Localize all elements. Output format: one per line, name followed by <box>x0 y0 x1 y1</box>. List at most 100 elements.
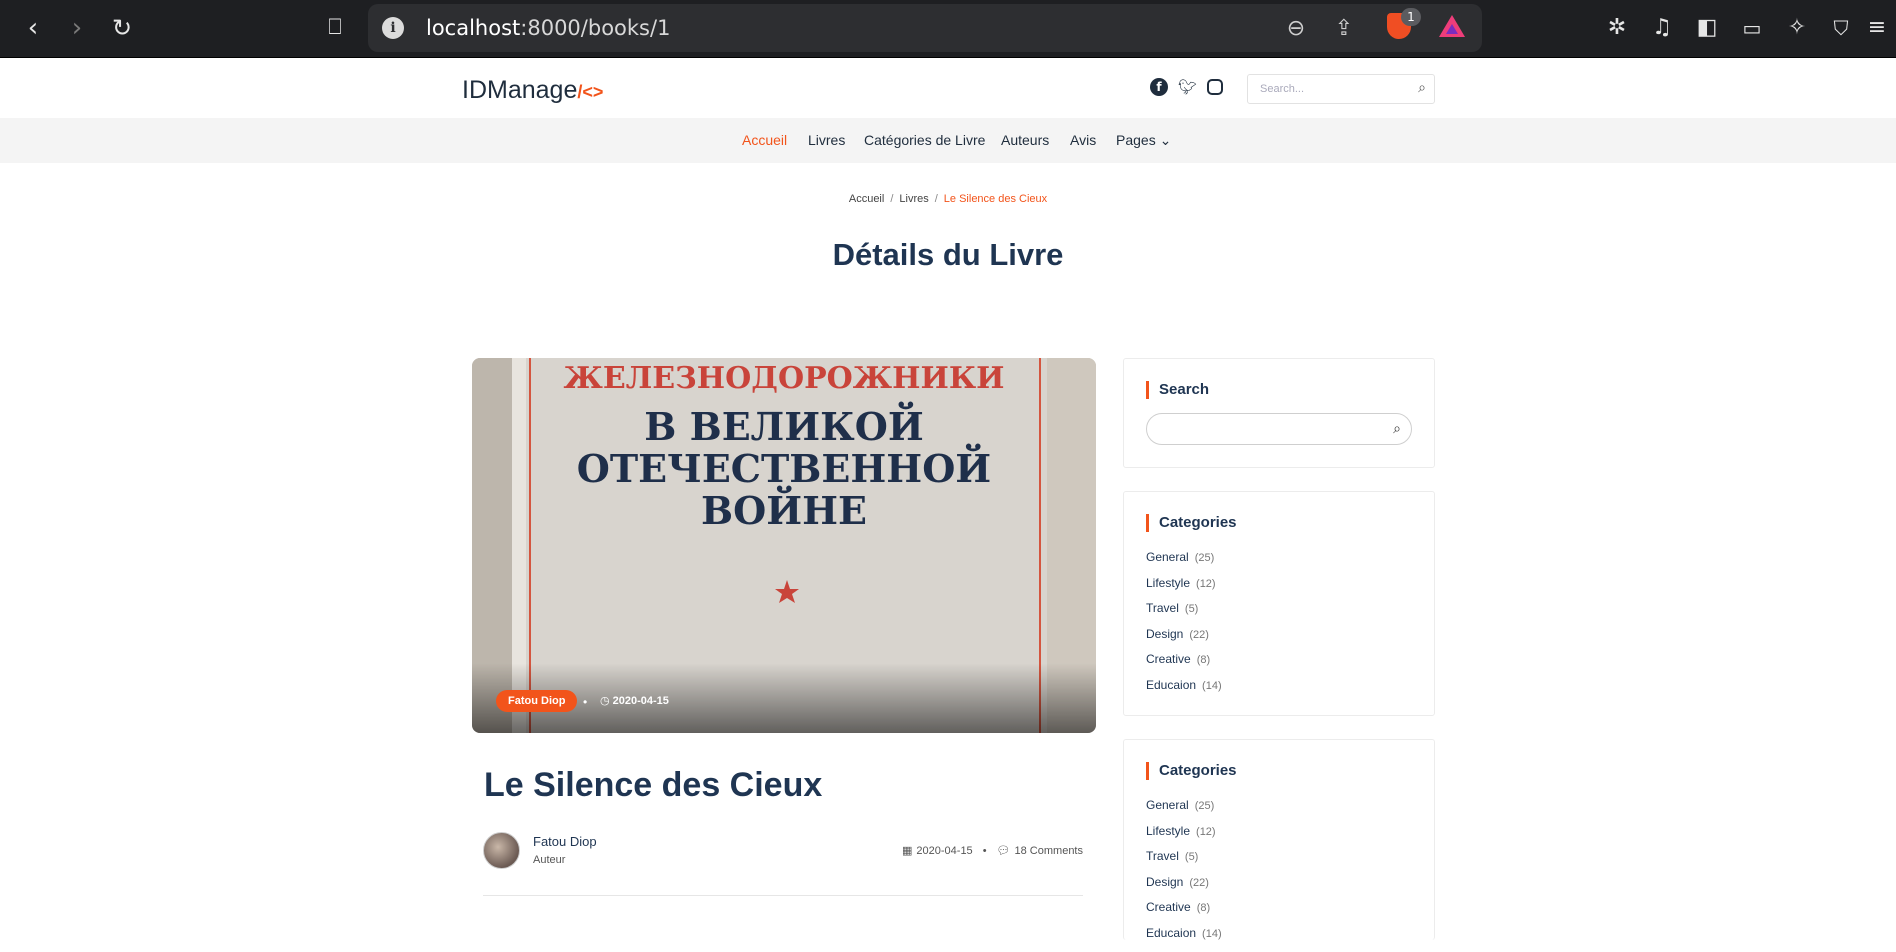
reload-icon[interactable]: ↻ <box>105 11 139 45</box>
categories-widget: Categories General (25) Lifestyle (12) Tra… <box>1123 739 1435 940</box>
widget-title: Categories <box>1146 762 1237 780</box>
category-count: (14) <box>1202 927 1222 940</box>
category-count: (12) <box>1196 577 1216 590</box>
category-count: (25) <box>1194 552 1215 564</box>
nav-item-accueil[interactable]: Accueil <box>742 132 787 148</box>
meta-separator: • <box>583 695 588 709</box>
url-path: :8000/books/1 <box>520 16 671 40</box>
category-item[interactable]: Creative (8) <box>1146 652 1222 678</box>
category-item[interactable]: Educaion (14) <box>1146 678 1222 704</box>
search-icon[interactable]: ⌕ <box>1418 80 1426 96</box>
author-badge[interactable]: Fatou Diop <box>496 690 578 712</box>
category-count: (12) <box>1196 825 1216 838</box>
share-icon[interactable]: ⇪ <box>1330 15 1358 43</box>
author-name[interactable]: Fatou Diop <box>533 834 597 849</box>
wallet-icon[interactable]: ▭ <box>1735 11 1769 45</box>
breadcrumb: Accueil / Livres / Le Silence des Cieux <box>0 193 1896 205</box>
nav-item-categories[interactable]: Catégories de Livre <box>864 132 985 148</box>
url-host: localhost <box>426 16 521 40</box>
cover-line-1: ЖЕЛЕЗНОДОРОЖНИКИ <box>564 361 1005 396</box>
divider <box>483 895 1083 896</box>
category-name: Travel <box>1146 849 1179 864</box>
category-item[interactable]: Educaion (14) <box>1146 926 1222 952</box>
address-bar[interactable]: i localhost:8000/books/1 ⊖ ⇪ <box>368 4 1482 52</box>
site-logo[interactable]: IDManage/<> <box>462 76 603 105</box>
facebook-icon[interactable]: f <box>1150 78 1168 96</box>
category-list: General (25) Lifestyle (12) Travel (5) Desi… <box>1146 798 1222 952</box>
shield-count-badge: 1 <box>1401 8 1421 26</box>
breadcrumb-livres[interactable]: Livres <box>899 193 928 205</box>
instagram-icon[interactable] <box>1207 79 1223 95</box>
category-item[interactable]: Design (22) <box>1146 627 1222 653</box>
breadcrumb-separator: / <box>934 193 938 205</box>
nav-item-avis[interactable]: Avis <box>1070 132 1096 148</box>
comment-icon: 💬︎ <box>996 844 1011 857</box>
site-info-icon[interactable]: i <box>382 17 404 39</box>
leo-ai-icon[interactable]: ✧ <box>1780 11 1814 45</box>
site-header: IDManage/<> f 🐦︎ Search... ⌕ <box>0 58 1896 118</box>
category-name: Educaion <box>1146 677 1197 692</box>
search-icon[interactable]: ⌕ <box>1393 421 1401 437</box>
cover-line-4: ВОЙНЕ <box>701 486 867 533</box>
sidebar-icon[interactable]: ◧ <box>1690 11 1724 45</box>
meta-separator: • <box>982 845 987 857</box>
back-icon[interactable]: ‹ <box>16 11 50 45</box>
nav-item-livres[interactable]: Livres <box>808 132 845 148</box>
category-item[interactable]: Lifestyle (12) <box>1146 576 1222 602</box>
book-cover-image: ЖЕЛЕЗНОДОРОЖНИКИ В ВЕЛИКОЙ ОТЕЧЕСТВЕННОЙ… <box>472 358 1096 733</box>
author-role: Auteur <box>533 854 566 866</box>
book-title: Le Silence des Cieux <box>484 766 823 804</box>
cover-line-3: ОТЕЧЕСТВЕННОЙ <box>577 444 991 491</box>
category-name: Design <box>1146 626 1184 641</box>
extensions-icon[interactable]: ✲ <box>1600 11 1634 45</box>
cover-line-2: В ВЕЛИКОЙ <box>644 402 924 449</box>
browser-toolbar: ‹ › ↻ ⎕ i localhost:8000/books/1 ⊖ ⇪ 1 ✲… <box>0 0 1896 58</box>
category-count: (8) <box>1196 902 1211 915</box>
zoom-out-icon[interactable]: ⊖ <box>1282 15 1310 43</box>
category-item[interactable]: Creative (8) <box>1146 900 1222 926</box>
page-title: Détails du Livre <box>832 237 1064 272</box>
category-item[interactable]: General (25) <box>1146 798 1222 824</box>
widget-title: Categories <box>1146 514 1237 532</box>
main-nav: Accueil Livres Catégories de Livre Auteu… <box>0 118 1896 163</box>
category-count: (25) <box>1194 800 1215 812</box>
category-name: Lifestyle <box>1146 823 1191 838</box>
category-count: (5) <box>1184 603 1199 616</box>
comments-count[interactable]: 18 Comments <box>1015 845 1083 857</box>
menu-icon[interactable]: ≡ <box>1860 11 1894 45</box>
bookmark-icon[interactable]: ⎕ <box>318 11 352 45</box>
breadcrumb-separator: / <box>890 193 894 205</box>
calendar-icon: ▦ <box>902 844 913 857</box>
category-item[interactable]: Travel (5) <box>1146 601 1222 627</box>
category-name: Creative <box>1146 900 1191 915</box>
category-count: (22) <box>1189 628 1209 641</box>
category-name: Creative <box>1146 652 1191 667</box>
category-count: (14) <box>1202 679 1222 692</box>
header-search-placeholder: Search... <box>1260 83 1305 95</box>
header-search-input[interactable]: Search... ⌕ <box>1247 74 1435 104</box>
category-item[interactable]: General (25) <box>1146 550 1222 576</box>
url-text[interactable]: localhost:8000/books/1 <box>426 16 670 40</box>
avatar[interactable] <box>483 832 520 869</box>
category-count: (5) <box>1184 851 1199 864</box>
post-meta: ▦ 2020-04-15 • 💬︎ 18 Comments <box>902 844 1083 857</box>
nav-item-auteurs[interactable]: Auteurs <box>1001 132 1049 148</box>
music-icon[interactable]: ♫ <box>1645 11 1679 45</box>
forward-icon[interactable]: › <box>60 11 94 45</box>
logo-code: /<> <box>577 82 604 102</box>
widget-title: Search <box>1146 381 1209 399</box>
category-name: Travel <box>1146 601 1179 616</box>
categories-widget: Categories General (25) Lifestyle (12) Tra… <box>1123 491 1435 716</box>
category-item[interactable]: Design (22) <box>1146 875 1222 901</box>
brave-rewards-inner <box>1446 24 1458 34</box>
twitter-icon[interactable]: 🐦︎ <box>1178 78 1197 96</box>
category-item[interactable]: Lifestyle (12) <box>1146 824 1222 850</box>
nav-item-pages[interactable]: Pages ⌄ <box>1116 132 1171 149</box>
category-name: Lifestyle <box>1146 575 1191 590</box>
breadcrumb-current: Le Silence des Cieux <box>943 193 1048 205</box>
breadcrumb-home[interactable]: Accueil <box>849 193 884 205</box>
category-list: General (25) Lifestyle (12) Travel (5) Desi… <box>1146 550 1222 704</box>
sidebar-search-input[interactable]: ⌕ <box>1146 413 1412 445</box>
vpn-icon[interactable]: ⛉ <box>1824 11 1858 45</box>
category-item[interactable]: Travel (5) <box>1146 849 1222 875</box>
